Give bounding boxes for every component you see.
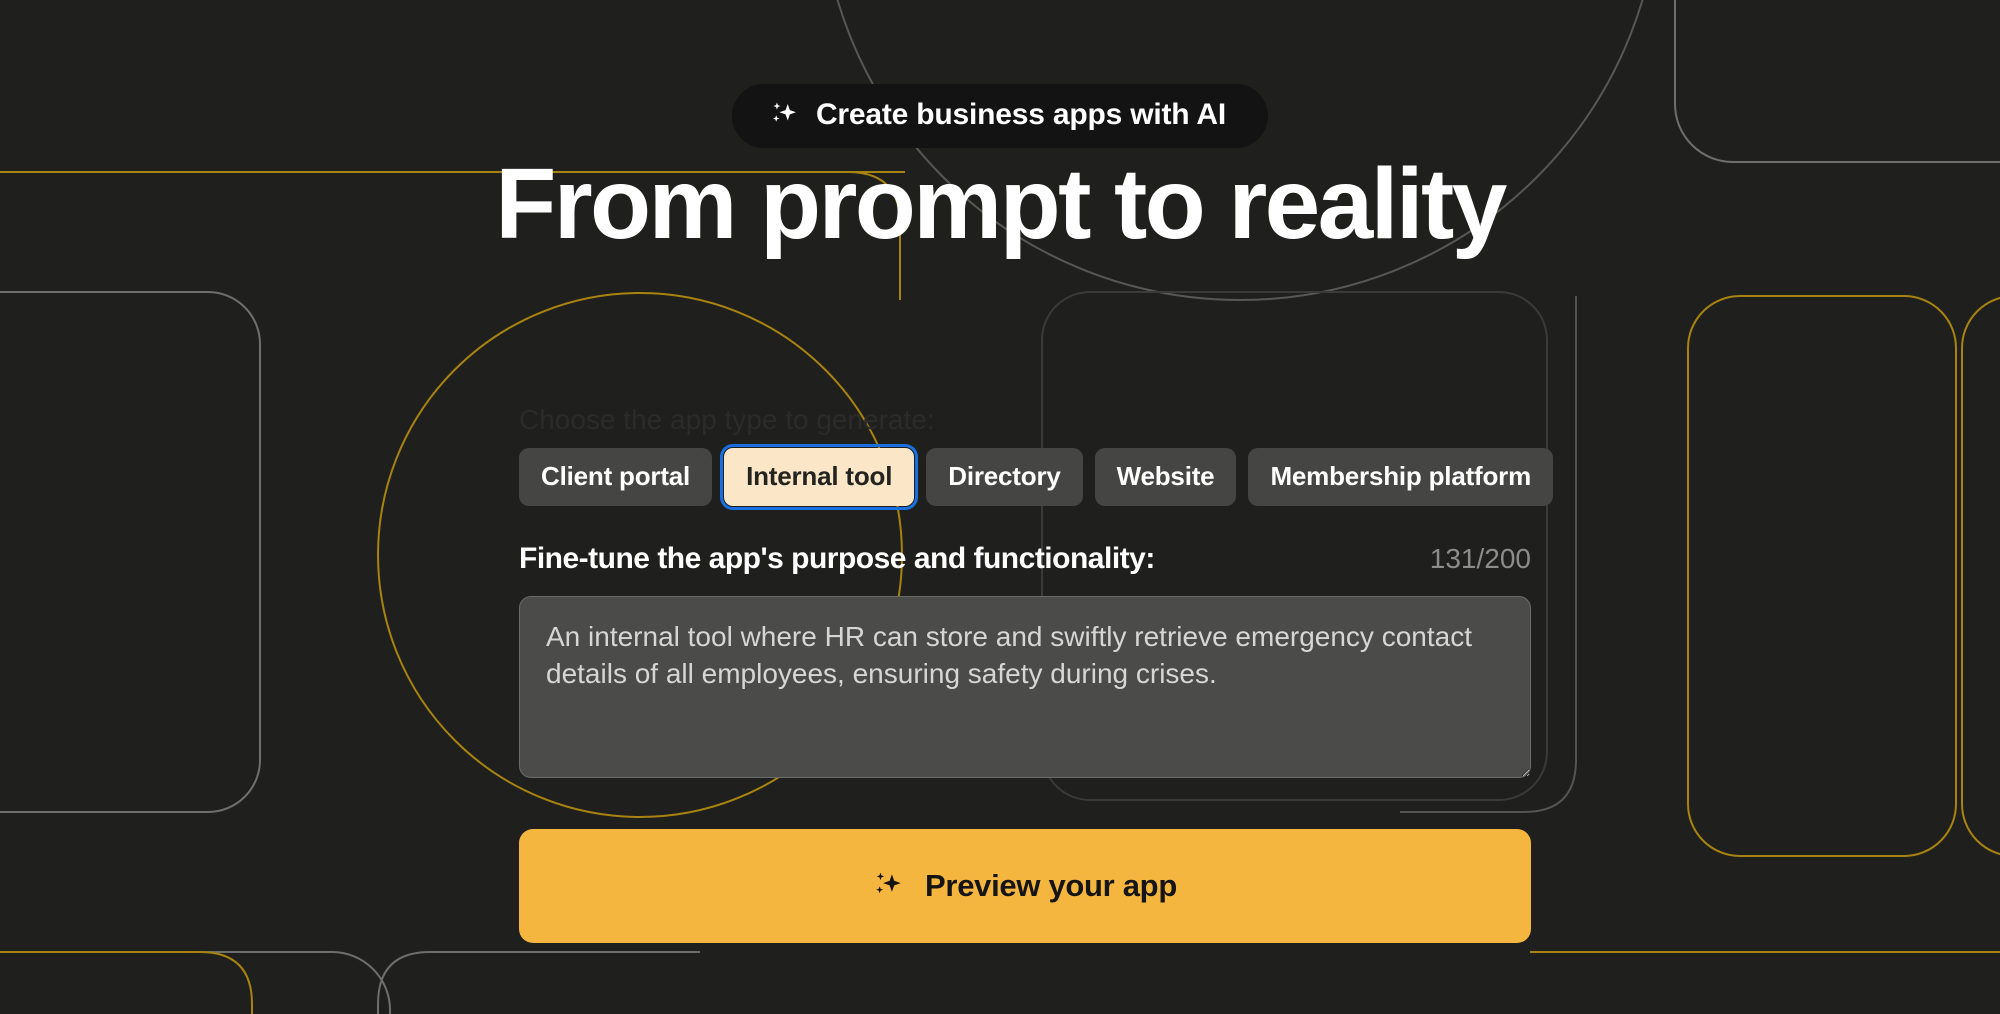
app-type-option-website[interactable]: Website: [1094, 448, 1237, 506]
preview-app-button-label: Preview your app: [925, 868, 1177, 903]
page-content: Create business apps with AI From prompt…: [0, 0, 2000, 1014]
character-counter: 131/200: [1429, 543, 1531, 574]
page-title: From prompt to reality: [495, 148, 1507, 260]
app-type-label: Choose the app type to generate:: [519, 404, 935, 435]
finetune-label: Fine-tune the app's purpose and function…: [519, 542, 1155, 575]
hero-badge-label: Create business apps with AI: [815, 98, 1227, 131]
app-generator-form: Choose the app type to generate: Client …: [519, 404, 1554, 943]
app-type-option-directory[interactable]: Directory: [926, 448, 1083, 506]
sparkle-icon: [873, 870, 905, 902]
app-type-option-client-portal[interactable]: Client portal: [519, 448, 713, 506]
app-root: Create business apps with AI From prompt…: [0, 0, 2000, 1014]
prompt-textarea[interactable]: [519, 596, 1531, 778]
app-type-option-internal-tool[interactable]: Internal tool: [720, 444, 919, 510]
sparkle-icon: [770, 100, 800, 130]
finetune-header: Fine-tune the app's purpose and function…: [519, 544, 1531, 574]
preview-app-button[interactable]: Preview your app: [519, 829, 1531, 943]
hero-badge: Create business apps with AI: [731, 84, 1269, 148]
app-type-option-membership-platform[interactable]: Membership platform: [1248, 448, 1554, 506]
app-type-options: Client portal Internal tool Directory We…: [519, 444, 1554, 510]
